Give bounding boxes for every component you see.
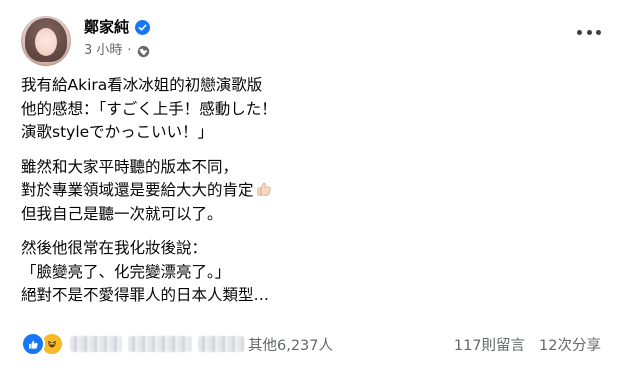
blurred-name [70,336,122,352]
more-dot [586,29,592,35]
post-footer: 其他6,237人 117則留言 12次分享 [21,330,601,358]
post-paragraph-3: 然後他很常在我化妝後說： 「臉變亮了、化完變漂亮了。」 絕對不是不愛得罪人的日本… [21,237,601,308]
post-body: 我有給Akira看冰冰姐的初戀演歌版 他的感想：「すごく上手！感動した！ 演歌s… [21,74,601,319]
post-line: 雖然和大家平時聽的版本不同， [21,157,239,176]
post-line: 他的感想：「すごく上手！感動した！ [21,99,277,118]
thumbs-up-emoji-icon [256,182,271,196]
post-line: 我有給Akira看冰冰姐的初戀演歌版 [21,76,263,94]
post-meta: 3 小時 · [84,42,150,60]
post-line: 演歌styleでかっこいい！」 [21,123,214,141]
post-line: 絕對不是不愛得罪人的日本人類型… [21,286,270,304]
more-dot [577,29,582,35]
engagement-counts: 117則留言 12次分享 [454,334,601,355]
post-line-text: 對於專業領域還是要給大大的肯定 [21,181,254,199]
post-line: 然後他很常在我化妝後說： [21,239,208,257]
reactors-count[interactable]: 其他6,237人 [248,334,333,355]
comments-count-link[interactable]: 117則留言 [454,334,525,355]
globe-icon[interactable] [137,45,150,58]
post-timestamp[interactable]: 3 小時 [84,42,122,60]
post-paragraph-2: 雖然和大家平時聽的版本不同， 對於專業領域還是要給大大的肯定 但我自己是聽一次就… [21,156,601,227]
like-icon [21,332,45,356]
blurred-name [198,336,244,352]
avatar-face [35,28,57,56]
facebook-post: 鄭家純 3 小時 · 我有給Akira看冰冰姐的初戀演歌版 他的感想：「すごく上… [0,0,623,368]
author-header: 鄭家純 [84,17,151,37]
verified-badge-icon [135,19,151,35]
meta-separator: · [127,43,132,58]
author-name[interactable]: 鄭家純 [84,17,129,37]
author-avatar[interactable] [21,16,71,66]
post-line-with-emoji: 對於專業領域還是要給大大的肯定 [21,179,601,203]
reaction-summary[interactable]: 其他6,237人 [21,332,333,356]
post-line: 「臉變亮了、化完變漂亮了。」 [21,262,231,281]
blurred-name [128,336,192,352]
shares-count-link[interactable]: 12次分享 [539,334,601,355]
more-dot [596,29,601,35]
post-paragraph-1: 我有給Akira看冰冰姐的初戀演歌版 他的感想：「すごく上手！感動した！ 演歌s… [21,74,601,145]
more-options-icon[interactable] [577,28,601,36]
post-line: 但我自己是聽一次就可以了。 [21,204,223,223]
